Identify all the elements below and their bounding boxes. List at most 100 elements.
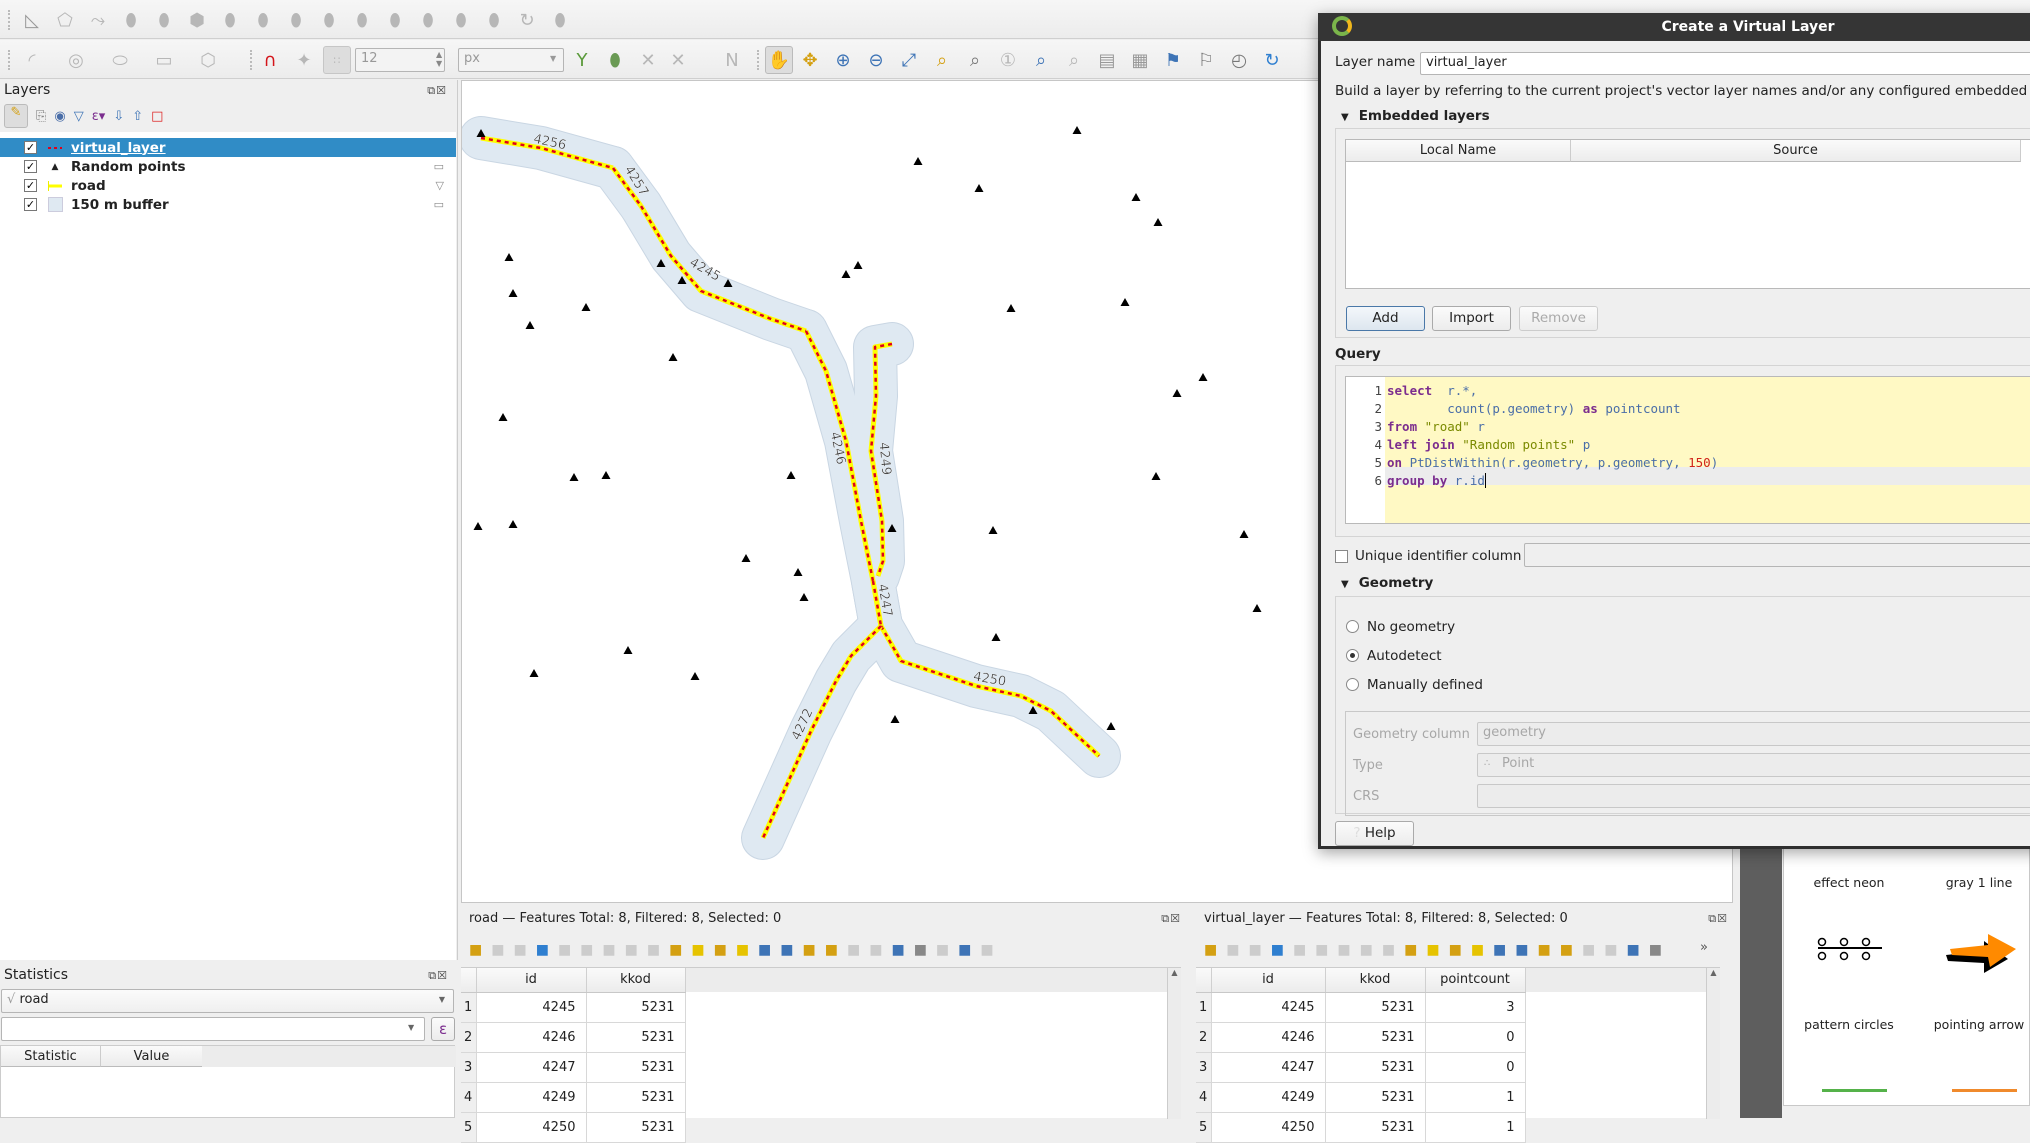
vertex-tool-icon[interactable]: ⤳ <box>86 8 110 32</box>
geometry-column-input[interactable]: geometry <box>1477 722 2030 746</box>
reshape-icon[interactable]: ⬮ <box>284 8 308 32</box>
table-row[interactable]: 4 4249 5231 <box>461 1082 686 1113</box>
filter-selection-icon[interactable]: ■ <box>758 942 771 958</box>
unique-id-select[interactable] <box>1524 543 2030 567</box>
pan-to-selection-icon[interactable]: ✥ <box>798 48 822 72</box>
table-row[interactable]: 2 4246 5231 0 <box>1196 1022 1526 1053</box>
new-bookmark-icon[interactable]: ⚑ <box>1161 48 1185 72</box>
conditional-format-icon[interactable]: ■ <box>914 942 927 958</box>
help-button[interactable]: ? Help <box>1335 821 1414 846</box>
snap-type-button[interactable]: ∷ <box>323 46 351 74</box>
style-manager-icon[interactable]: ✎ <box>4 104 28 128</box>
embedded-layers-section-header[interactable]: ▼ Embedded layers <box>1341 108 1490 124</box>
row-number[interactable]: 2 <box>1196 1022 1212 1053</box>
field-calculator-icon[interactable]: ■ <box>891 942 904 958</box>
snap-unit-select[interactable]: px <box>458 48 564 72</box>
spin-arrows-icon[interactable]: ▲ ▼ <box>436 50 442 68</box>
advanced-digitize-icon[interactable]: N <box>720 48 744 72</box>
row-number[interactable]: 5 <box>461 1112 477 1143</box>
table-row[interactable]: 5 4250 5231 1 <box>1196 1112 1526 1143</box>
invert-selection-icon[interactable]: ■ <box>714 942 727 958</box>
layer-visibility-checkbox[interactable]: ✓ <box>24 141 37 154</box>
offset-curve-icon[interactable]: ⬮ <box>317 8 341 32</box>
deselect-icon[interactable]: ■ <box>736 942 749 958</box>
delete-ring-icon[interactable]: ⬮ <box>218 8 242 32</box>
paste-icon[interactable]: ■ <box>1382 942 1395 958</box>
measure-icon[interactable]: ◺ <box>20 8 44 32</box>
add-part-icon[interactable]: ⬮ <box>152 8 176 32</box>
fill-ring-icon[interactable]: ⬢ <box>185 8 209 32</box>
table-row[interactable]: 2 4246 5231 <box>461 1022 686 1053</box>
table-row[interactable]: 3 4247 5231 <box>461 1052 686 1083</box>
filter-expression-icon[interactable]: ε▾ <box>92 109 106 124</box>
column-header-local-name[interactable]: Local Name <box>1346 140 1571 162</box>
refresh-icon[interactable]: ↻ <box>1260 48 1284 72</box>
table-row[interactable]: 3 4247 5231 0 <box>1196 1052 1526 1083</box>
zoom-to-selection-icon[interactable]: ⌕ <box>930 48 954 72</box>
query-text[interactable]: select r.*, count(p.geometry) as pointco… <box>1387 382 1718 490</box>
row-number[interactable]: 2 <box>461 1022 477 1053</box>
row-number[interactable]: 5 <box>1196 1112 1212 1143</box>
add-polygon-icon[interactable]: ⬠ <box>53 8 77 32</box>
toolbar-grip[interactable] <box>8 50 12 70</box>
panel-splitter[interactable] <box>1740 840 1782 1118</box>
column-header-id[interactable]: id <box>1211 968 1326 993</box>
multi-edit-icon[interactable]: ■ <box>1226 942 1239 958</box>
split-parts-icon[interactable]: ⬮ <box>416 8 440 32</box>
invert-selection-icon[interactable]: ■ <box>1449 942 1462 958</box>
layer-item-random-points[interactable]: ✓ ▲ Random points ▭ <box>0 157 456 176</box>
move-selection-top-icon[interactable]: ■ <box>1515 942 1528 958</box>
field-calculator-icon[interactable]: ■ <box>1626 942 1639 958</box>
add-button[interactable]: Add <box>1346 306 1425 331</box>
zoom-to-selection-icon[interactable]: ■ <box>825 942 838 958</box>
column-header-source[interactable]: Source <box>1571 140 2021 162</box>
vertical-scrollbar[interactable]: ▲ <box>1167 968 1181 1119</box>
save-edits-icon[interactable]: ■ <box>1248 942 1261 958</box>
dock-float-close-buttons[interactable]: ⧉☒ <box>427 84 447 98</box>
digitize-curve-icon[interactable]: ◜ <box>20 48 44 72</box>
style-item-gray-1-line[interactable]: gray 1 line <box>1924 875 2030 890</box>
unique-id-checkbox[interactable] <box>1335 550 1348 563</box>
crs-select[interactable] <box>1477 784 2030 808</box>
snap-intersection-icon[interactable]: ✕ <box>636 48 660 72</box>
zoom-in-icon[interactable]: ⊕ <box>831 48 855 72</box>
show-bookmarks-icon[interactable]: ⚐ <box>1194 48 1218 72</box>
zoom-full-icon[interactable]: ⤢ <box>897 48 921 72</box>
table-row[interactable]: 1 4245 5231 <box>461 992 686 1023</box>
reload-icon[interactable]: ■ <box>1271 942 1284 958</box>
row-number[interactable]: 3 <box>1196 1052 1212 1083</box>
digitize-regular-polygon-icon[interactable]: ⬡ <box>196 48 220 72</box>
copy-icon[interactable]: ■ <box>625 942 638 958</box>
pan-to-selection-icon[interactable]: ■ <box>1538 942 1551 958</box>
digitize-circle-icon[interactable]: ◎ <box>64 48 88 72</box>
toolbar-grip[interactable] <box>8 10 12 30</box>
filter-legend-icon[interactable]: ▽ <box>74 109 84 124</box>
vertical-scrollbar[interactable]: ▲ <box>1706 968 1720 1119</box>
query-editor[interactable]: 1 2 3 4 5 6 select r.*, count(p.geometry) as … <box>1345 376 2030 524</box>
row-header-corner[interactable] <box>461 968 477 993</box>
toolbar-grip[interactable] <box>757 50 761 70</box>
statistics-field-select[interactable] <box>1 1017 425 1041</box>
dock-float-close-buttons[interactable]: ⧉☒ <box>428 969 448 983</box>
row-number[interactable]: 4 <box>1196 1082 1212 1113</box>
column-header-kkod[interactable]: kkod <box>1325 968 1426 993</box>
table-row[interactable]: 5 4250 5231 <box>461 1112 686 1143</box>
digitize-rectangle-icon[interactable]: ▭ <box>152 48 176 72</box>
delete-feature-icon[interactable]: ■ <box>1315 942 1328 958</box>
in-memory-indicator-icon[interactable]: ▭ <box>434 198 444 211</box>
filter-indicator-icon[interactable]: ▽ <box>436 179 444 192</box>
merge-attributes-icon[interactable]: ⬮ <box>482 8 506 32</box>
new-field-icon[interactable]: ■ <box>1582 942 1595 958</box>
expand-all-icon[interactable]: ⇩ <box>113 109 124 124</box>
table-row[interactable]: 1 4245 5231 3 <box>1196 992 1526 1023</box>
table-row[interactable]: 4 4249 5231 1 <box>1196 1082 1526 1113</box>
select-by-expression-icon[interactable]: ■ <box>669 942 682 958</box>
column-header-value[interactable]: Value <box>101 1046 202 1067</box>
column-header-statistic[interactable]: Statistic <box>1 1046 101 1067</box>
new-3d-view-icon[interactable]: ▦ <box>1128 48 1152 72</box>
style-item-pattern-circles[interactable]: pattern circles <box>1794 1017 1904 1032</box>
temporal-controller-icon[interactable]: ◴ <box>1227 48 1251 72</box>
import-button[interactable]: Import <box>1432 306 1511 331</box>
delete-field-icon[interactable]: ■ <box>1604 942 1617 958</box>
radio-button[interactable] <box>1346 649 1359 662</box>
